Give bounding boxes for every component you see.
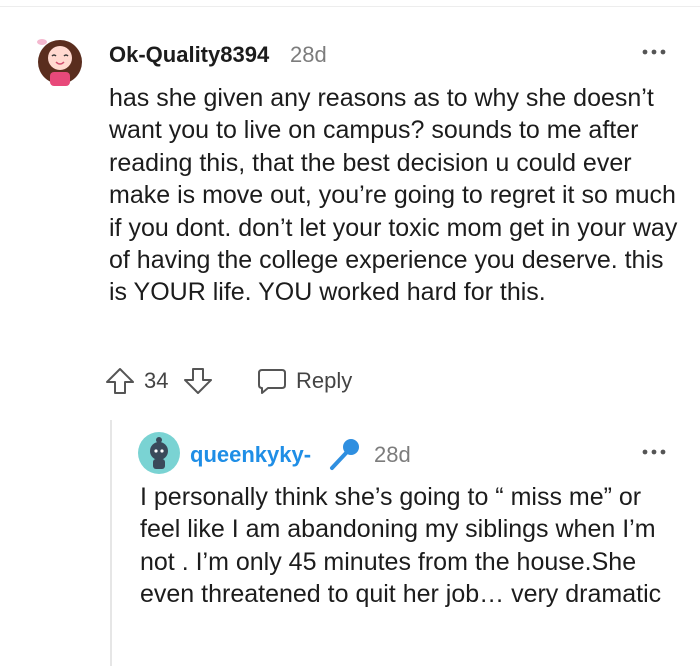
more-options-icon[interactable] xyxy=(641,444,667,460)
top-divider xyxy=(0,6,700,7)
comment-username[interactable]: Ok-Quality8394 xyxy=(109,42,269,68)
more-options-icon[interactable] xyxy=(641,44,667,60)
reply-timestamp: 28d xyxy=(374,442,411,467)
microphone-icon xyxy=(330,439,359,470)
reply-icon[interactable] xyxy=(256,366,288,396)
reply-button[interactable]: Reply xyxy=(296,368,352,394)
reply-username[interactable]: queenkyky- xyxy=(190,442,311,468)
upvote-icon[interactable] xyxy=(104,366,136,396)
comment-actions: 34 Reply xyxy=(104,364,404,398)
comment-timestamp: 28d xyxy=(290,42,327,67)
user-avatar-icon[interactable] xyxy=(138,432,180,474)
user-avatar-icon[interactable] xyxy=(34,28,86,86)
downvote-icon[interactable] xyxy=(182,366,214,396)
comment-body: has she given any reasons as to why she … xyxy=(109,84,678,307)
thread-line[interactable] xyxy=(110,420,112,666)
reply-body: I personally think she’s going to “ miss… xyxy=(140,483,662,609)
vote-score: 34 xyxy=(144,368,169,393)
